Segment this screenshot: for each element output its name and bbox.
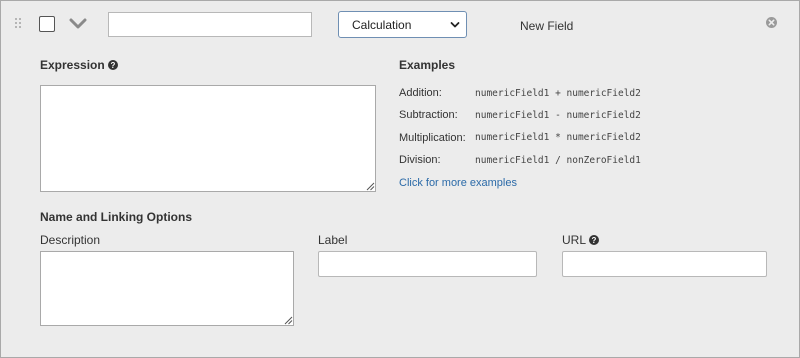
help-icon[interactable]: ? — [589, 235, 600, 245]
expression-heading: Expression? — [40, 58, 118, 72]
select-field-checkbox[interactable] — [39, 16, 55, 32]
url-heading: URL? — [562, 233, 600, 247]
field-editor-panel: Calculation New Field Expression? Exampl… — [0, 0, 800, 358]
field-name-input[interactable] — [108, 12, 312, 37]
description-label: Description — [40, 233, 101, 247]
chevron-down-icon[interactable] — [69, 18, 87, 30]
field-title: New Field — [520, 19, 574, 33]
svg-text:?: ? — [592, 236, 597, 245]
field-type-value: Calculation — [352, 18, 412, 32]
resize-grip-icon[interactable] — [284, 316, 293, 325]
examples-heading: Examples — [399, 58, 456, 72]
example-code: numericField1 + numericField2 — [475, 88, 641, 99]
close-icon[interactable] — [766, 17, 777, 28]
help-icon[interactable]: ? — [107, 60, 118, 70]
more-examples-link[interactable]: Click for more examples — [399, 177, 517, 189]
linking-heading: Name and Linking Options — [40, 210, 193, 224]
description-textarea[interactable] — [40, 251, 294, 326]
chevron-down-icon — [450, 22, 460, 28]
expression-textarea[interactable] — [40, 85, 376, 192]
drag-handle-icon[interactable] — [15, 18, 23, 30]
label-field-label: Label — [318, 233, 348, 247]
example-label: Division: — [399, 154, 441, 166]
field-type-select[interactable]: Calculation — [338, 11, 467, 38]
url-label: URL — [562, 233, 587, 247]
label-input[interactable] — [318, 251, 537, 277]
description-textarea-wrap — [40, 251, 294, 326]
svg-text:?: ? — [110, 61, 115, 70]
example-label: Addition: — [399, 87, 442, 99]
resize-grip-icon[interactable] — [366, 182, 375, 191]
example-code: numericField1 - numericField2 — [475, 110, 641, 121]
expression-label: Expression — [40, 58, 105, 72]
example-label: Multiplication: — [399, 132, 466, 144]
example-code: numericField1 / nonZeroField1 — [475, 155, 641, 166]
example-label: Subtraction: — [399, 109, 458, 121]
url-input[interactable] — [562, 251, 767, 277]
example-code: numericField1 * numericField2 — [475, 132, 641, 143]
expression-textarea-wrap — [40, 85, 376, 192]
